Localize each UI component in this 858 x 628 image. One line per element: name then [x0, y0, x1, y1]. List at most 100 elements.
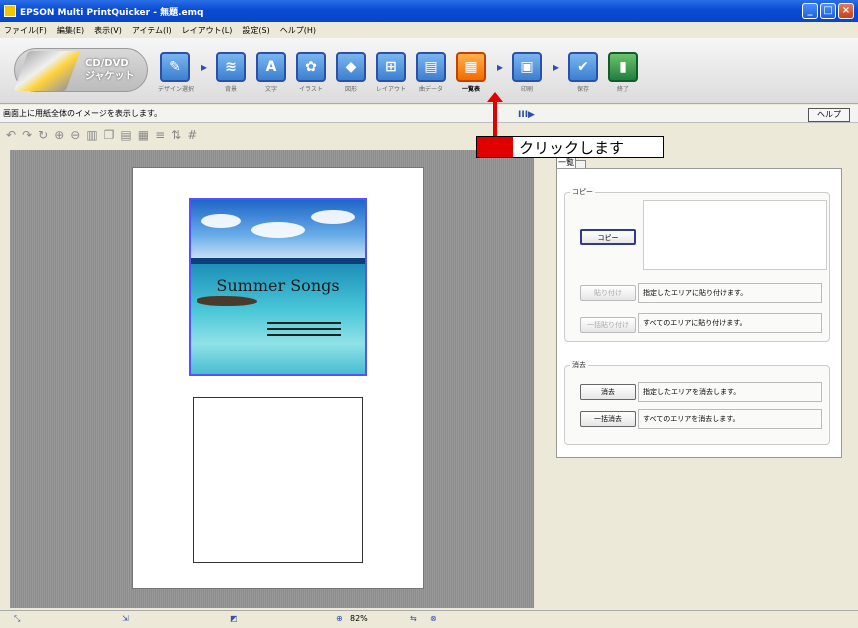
- tool-label: デザイン選択: [158, 86, 195, 93]
- align-icon[interactable]: ≡: [155, 128, 165, 142]
- callout-marker: [477, 137, 513, 157]
- close-button[interactable]: ×: [838, 3, 854, 19]
- tool-label: 背景: [224, 86, 237, 93]
- arrow-right-icon: ▸: [496, 60, 504, 74]
- app-icon: [4, 5, 16, 17]
- front-cover-area[interactable]: Summer Songs: [189, 198, 367, 376]
- text-icon: A: [256, 52, 286, 82]
- layout-icon: ⊞: [376, 52, 406, 82]
- tool-exit[interactable]: ▮ 終了: [606, 52, 640, 98]
- tool-label: イラスト: [299, 86, 323, 93]
- delete-all-desc: すべてのエリアを消去します。: [638, 409, 822, 429]
- copy-icon[interactable]: ❐: [104, 128, 115, 142]
- main-toolbar: CD/DVD ジャケット ✎ デザイン選択 ▸ ≋ 背景 A 文字 ✿ イラスト ◆ 図形 …: [0, 38, 858, 104]
- zoom-icon: ⊕: [336, 614, 343, 623]
- tool-data[interactable]: ▤ 曲データ: [414, 52, 448, 98]
- tool-design[interactable]: ✎ デザイン選択: [158, 52, 195, 98]
- text-line: [267, 328, 341, 330]
- menu-edit[interactable]: 編集(E): [57, 25, 84, 36]
- help-button[interactable]: ヘルプ: [808, 108, 850, 122]
- click-callout: クリックします: [476, 136, 664, 158]
- menu-item[interactable]: アイテム(I): [132, 25, 172, 36]
- disc-icon: [13, 51, 81, 91]
- cd-dvd-jacket-logo: CD/DVD ジャケット: [13, 48, 148, 92]
- undo-icon[interactable]: ↶: [6, 128, 16, 142]
- title-bar: EPSON Multi PrintQuicker - 無題.emq _ □ ×: [0, 0, 858, 22]
- group-icon[interactable]: ▦: [138, 128, 149, 142]
- delete-group: [564, 365, 830, 445]
- callout-text: クリックします: [519, 138, 625, 157]
- tool-save[interactable]: ✔ 保存: [566, 52, 600, 98]
- redo-icon[interactable]: ↷: [22, 128, 32, 142]
- delete-desc: 指定したエリアを消去します。: [638, 382, 822, 402]
- shape-icon: ◆: [336, 52, 366, 82]
- tool-label: レイアウト: [375, 86, 406, 93]
- copy-group-label: コピー: [570, 187, 595, 197]
- menu-bar: ファイル(F) 編集(E) 表示(V) アイテム(I) レイアウト(L) 設定(…: [0, 22, 858, 38]
- paste-desc: 指定したエリアに貼り付けます。: [638, 283, 822, 303]
- delete-button[interactable]: 消去: [580, 384, 636, 400]
- save-icon: ✔: [568, 52, 598, 82]
- illust-icon: ✿: [296, 52, 326, 82]
- menu-settings[interactable]: 設定(S): [242, 25, 269, 36]
- print-icon: ▣: [512, 52, 542, 82]
- tool-label: 印刷: [520, 86, 533, 93]
- status-icon: ◩: [230, 614, 238, 623]
- tool-label: 図形: [344, 86, 357, 93]
- minimize-button[interactable]: _: [802, 3, 818, 19]
- paste-icon[interactable]: ▤: [120, 128, 131, 142]
- zoom-level: 82%: [350, 614, 368, 623]
- menu-layout[interactable]: レイアウト(L): [182, 25, 233, 36]
- cloud-image: [251, 222, 305, 238]
- tool-text[interactable]: A 文字: [254, 52, 288, 98]
- arrow-right-icon: ▸: [200, 60, 208, 74]
- arrange-icon[interactable]: ⇅: [171, 128, 181, 142]
- hint-bar: 画面上に用紙全体のイメージを表示します。: [0, 105, 858, 123]
- zoom-in-icon[interactable]: ⊕: [54, 128, 64, 142]
- menu-help[interactable]: ヘルプ(H): [280, 25, 316, 36]
- tool-background[interactable]: ≋ 背景: [214, 52, 248, 98]
- logo-line2: ジャケット: [85, 71, 135, 82]
- tool-label: 曲データ: [418, 86, 443, 93]
- play-icon[interactable]: III▶: [518, 110, 535, 120]
- menu-file[interactable]: ファイル(F): [4, 25, 47, 36]
- design-icon: ✎: [160, 52, 190, 82]
- maximize-button[interactable]: □: [820, 3, 836, 19]
- paste-button[interactable]: 貼り付け: [580, 285, 636, 301]
- copy-preview: [643, 200, 827, 270]
- status-icon: ⇆: [410, 614, 417, 623]
- tool-overview[interactable]: ▦ 一覧表: [454, 52, 488, 98]
- copy-button[interactable]: コピー: [580, 229, 636, 245]
- status-bar: ⤡ ⇲ ◩ ⊕ 82% ⇆ ⊗: [0, 610, 858, 628]
- tool-label: 文字: [264, 86, 277, 93]
- tool-print[interactable]: ▣ 印刷: [510, 52, 544, 98]
- status-icon: ⊗: [430, 614, 437, 623]
- arrow-right-icon: ▸: [552, 60, 560, 74]
- tool-illust[interactable]: ✿ イラスト: [294, 52, 328, 98]
- status-icon: ⇲: [122, 614, 129, 623]
- grid-icon[interactable]: #: [187, 128, 197, 142]
- window-title: EPSON Multi PrintQuicker - 無題.emq: [20, 7, 204, 18]
- text-line: [267, 322, 341, 324]
- tool-shape[interactable]: ◆ 図形: [334, 52, 368, 98]
- rotate-icon[interactable]: ↻: [38, 128, 48, 142]
- back-cover-area[interactable]: [193, 397, 363, 563]
- zoom-out-icon[interactable]: ⊖: [70, 128, 80, 142]
- tool-label: 一覧表: [461, 86, 480, 93]
- logo-line1: CD/DVD: [85, 58, 129, 69]
- tool-label: 終了: [616, 86, 629, 93]
- callout-arrow: [493, 97, 497, 137]
- delete-all-button[interactable]: 一括消去: [580, 411, 636, 427]
- delete-group-label: 消去: [570, 360, 588, 370]
- data-icon: ▤: [416, 52, 446, 82]
- menu-view[interactable]: 表示(V): [94, 25, 122, 36]
- cloud-image: [311, 210, 355, 224]
- tool-layout[interactable]: ⊞ レイアウト: [374, 52, 408, 98]
- status-icon: ⤡: [14, 614, 21, 623]
- rocks-image: [197, 296, 257, 306]
- paste-all-button[interactable]: 一括貼り付け: [580, 317, 636, 333]
- delete-icon[interactable]: ▥: [86, 128, 97, 142]
- background-icon: ≋: [216, 52, 246, 82]
- tool-label: 保存: [576, 86, 589, 93]
- cover-title: Summer Songs: [216, 276, 340, 295]
